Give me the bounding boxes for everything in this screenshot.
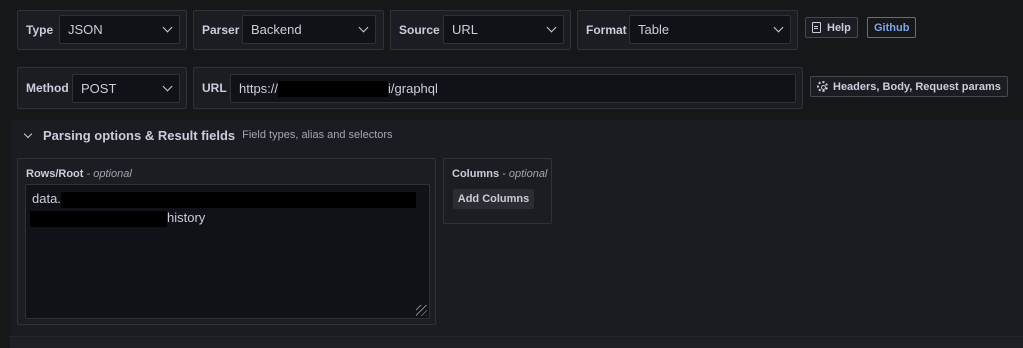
method-value: POST <box>81 81 117 96</box>
github-link[interactable]: Github <box>867 17 917 38</box>
chevron-down-icon <box>546 22 557 33</box>
method-label: Method <box>26 81 69 95</box>
rows-root-line1-prefix: data. <box>32 191 61 206</box>
parser-value: Backend <box>251 22 302 37</box>
url-input[interactable]: https:// i/graphql <box>230 74 796 103</box>
url-label: URL <box>202 81 227 95</box>
chevron-down-icon <box>162 22 173 33</box>
parsing-section-header[interactable]: Parsing options & Result fields Field ty… <box>10 120 1023 150</box>
textarea-line-2: history <box>30 208 423 227</box>
headers-button-label: Headers, Body, Request params <box>833 80 1001 93</box>
textarea-line-1: data. <box>32 189 423 208</box>
type-label: Type <box>26 23 54 37</box>
document-icon <box>812 22 821 33</box>
columns-label: Columns - optional <box>452 168 547 180</box>
rows-root-line2-suffix: history <box>167 210 206 225</box>
next-section-header[interactable] <box>10 336 1023 348</box>
parser-label: Parser <box>202 23 240 37</box>
help-button[interactable]: Help <box>805 17 858 38</box>
redaction-block <box>278 80 389 97</box>
add-columns-button[interactable]: Add Columns <box>453 189 534 209</box>
source-label: Source <box>399 23 440 37</box>
url-prefix: https:// <box>239 81 279 96</box>
type-select[interactable]: JSON <box>59 15 180 44</box>
resize-grip-icon[interactable] <box>416 305 427 316</box>
github-link-label: Github <box>874 21 910 34</box>
chevron-down-icon <box>23 129 33 138</box>
section-title: Parsing options & Result fields <box>43 127 236 143</box>
parser-select[interactable]: Backend <box>242 15 376 44</box>
source-value: URL <box>452 22 479 37</box>
columns-label-text: Columns <box>452 168 500 180</box>
chevron-down-icon <box>773 22 784 33</box>
chevron-down-icon <box>358 22 369 33</box>
help-button-label: Help <box>827 21 851 34</box>
gear-icon <box>817 81 828 92</box>
rows-root-optional: - optional <box>86 168 132 180</box>
source-select[interactable]: URL <box>443 15 564 44</box>
format-select[interactable]: Table <box>629 15 791 44</box>
columns-optional: - optional <box>502 168 548 180</box>
redaction-block <box>30 210 167 227</box>
method-select[interactable]: POST <box>72 74 180 103</box>
chevron-down-icon <box>162 81 173 92</box>
rows-root-label-text: Rows/Root <box>26 168 84 180</box>
url-suffix: i/graphql <box>388 81 438 96</box>
format-value: Table <box>638 22 670 37</box>
type-value: JSON <box>68 22 103 37</box>
redaction-block <box>60 191 416 208</box>
rows-root-textarea[interactable]: data. history <box>25 184 430 319</box>
headers-body-params-button[interactable]: Headers, Body, Request params <box>810 76 1008 97</box>
section-description: Field types, alias and selectors <box>242 129 393 141</box>
format-label: Format <box>586 23 627 37</box>
rows-root-label: Rows/Root - optional <box>26 168 132 180</box>
